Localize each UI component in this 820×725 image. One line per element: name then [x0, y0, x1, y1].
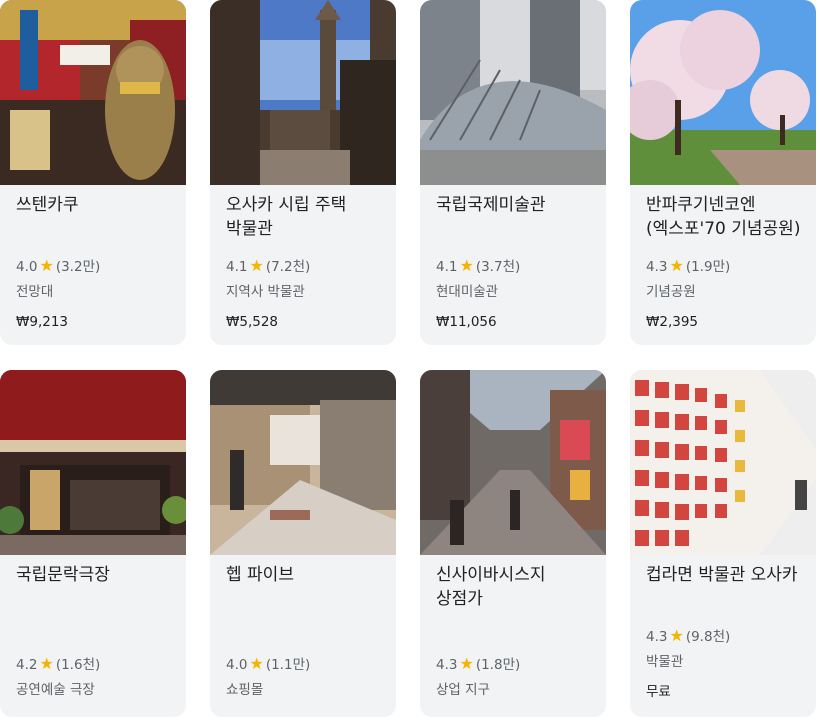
place-card-bunraku-theatre[interactable]: 국립문락극장 4.2 ★ (1.6천) 공연예술 극장 — [0, 370, 186, 717]
star-icon: ★ — [39, 654, 54, 673]
review-count: (1.1만) — [265, 657, 311, 673]
rating-value: 4.3 — [436, 657, 458, 673]
star-icon: ★ — [669, 626, 684, 645]
rating-value: 4.1 — [226, 259, 248, 275]
review-count: (1.8만) — [475, 657, 521, 673]
place-title: 쓰텐카쿠 — [16, 195, 79, 215]
place-rating: 4.1 ★ (7.2천) — [226, 257, 310, 276]
place-photo — [0, 370, 186, 555]
place-title: 국립문락극장 — [16, 565, 110, 585]
place-photo — [210, 370, 396, 555]
place-category: 현대미술관 — [436, 284, 499, 300]
place-rating: 4.0 ★ (1.1만) — [226, 655, 310, 674]
place-rating: 4.2 ★ (1.6천) — [16, 655, 100, 674]
review-count: (3.7천) — [475, 259, 521, 275]
place-photo — [420, 370, 606, 555]
place-rating: 4.3 ★ (9.8천) — [646, 627, 730, 646]
place-photo — [0, 0, 186, 185]
place-photo — [420, 0, 606, 185]
review-count: (3.2만) — [55, 259, 101, 275]
place-card-hep-five[interactable]: 헵 파이브 4.0 ★ (1.1만) 쇼핑몰 — [210, 370, 396, 717]
place-card-expo-park[interactable]: 반파쿠기넨코엔 (엑스포'70 기념공원) 4.3 ★ (1.9만) 기념공원 ₩2… — [630, 0, 816, 345]
review-count: (9.8천) — [685, 629, 731, 645]
rating-value: 4.0 — [16, 259, 38, 275]
place-title: 오사카 시립 주택 박물관 — [226, 195, 347, 239]
place-title: 헵 파이브 — [226, 565, 294, 585]
rating-value: 4.3 — [646, 259, 668, 275]
place-photo — [630, 0, 816, 185]
place-category: 공연예술 극장 — [16, 682, 95, 698]
place-price: ₩11,056 — [436, 314, 497, 330]
place-rating: 4.3 ★ (1.8만) — [436, 655, 520, 674]
place-photo — [210, 0, 396, 185]
place-price: ₩5,528 — [226, 314, 278, 330]
places-grid: 쓰텐카쿠 4.0 ★ (3.2만) 전망대 ₩9,213 오사카 시립 주택 박… — [0, 0, 820, 725]
place-title: 컵라면 박물관 오사카 — [646, 565, 798, 585]
place-card-tsutenkaku[interactable]: 쓰텐카쿠 4.0 ★ (3.2만) 전망대 ₩9,213 — [0, 0, 186, 345]
place-category: 전망대 — [16, 284, 54, 300]
place-price: ₩9,213 — [16, 314, 68, 330]
star-icon: ★ — [39, 256, 54, 275]
place-card-cupnoodles-museum[interactable]: 컵라면 박물관 오사카 4.3 ★ (9.8천) 박물관 무료 — [630, 370, 816, 717]
star-icon: ★ — [249, 256, 264, 275]
star-icon: ★ — [669, 256, 684, 275]
star-icon: ★ — [249, 654, 264, 673]
place-title: 신사이바시스지 상점가 — [436, 565, 546, 609]
place-rating: 4.1 ★ (3.7천) — [436, 257, 520, 276]
place-title: 반파쿠기넨코엔 (엑스포'70 기념공원) — [646, 195, 801, 239]
place-price: ₩2,395 — [646, 314, 698, 330]
review-count: (1.6천) — [55, 657, 101, 673]
star-icon: ★ — [459, 256, 474, 275]
place-category: 박물관 — [646, 654, 684, 670]
place-rating: 4.3 ★ (1.9만) — [646, 257, 730, 276]
rating-value: 4.2 — [16, 657, 38, 673]
place-category: 상업 지구 — [436, 682, 490, 698]
rating-value: 4.0 — [226, 657, 248, 673]
place-rating: 4.0 ★ (3.2만) — [16, 257, 100, 276]
place-card-national-museum-art[interactable]: 국립국제미술관 4.1 ★ (3.7천) 현대미술관 ₩11,056 — [420, 0, 606, 345]
place-card-housing-museum[interactable]: 오사카 시립 주택 박물관 4.1 ★ (7.2천) 지역사 박물관 ₩5,528 — [210, 0, 396, 345]
place-price: 무료 — [646, 684, 671, 700]
rating-value: 4.3 — [646, 629, 668, 645]
place-category: 지역사 박물관 — [226, 284, 305, 300]
place-card-shinsaibashi[interactable]: 신사이바시스지 상점가 4.3 ★ (1.8만) 상업 지구 — [420, 370, 606, 717]
place-category: 기념공원 — [646, 284, 696, 300]
place-title: 국립국제미술관 — [436, 195, 546, 215]
rating-value: 4.1 — [436, 259, 458, 275]
place-photo — [630, 370, 816, 555]
star-icon: ★ — [459, 654, 474, 673]
review-count: (7.2천) — [265, 259, 311, 275]
place-category: 쇼핑몰 — [226, 682, 264, 698]
review-count: (1.9만) — [685, 259, 731, 275]
